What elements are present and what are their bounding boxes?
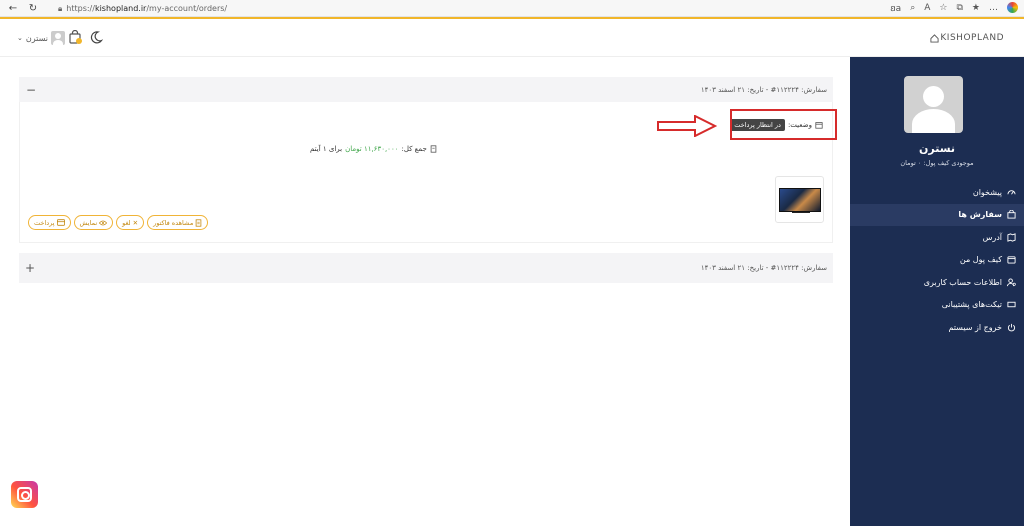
annotation-highlight-box	[730, 109, 837, 140]
font-icon[interactable]: A	[924, 3, 930, 13]
power-icon	[1007, 323, 1016, 332]
dashboard-icon	[1007, 190, 1016, 195]
invoice-label: مشاهده فاکتور	[153, 218, 194, 227]
view-invoice-button[interactable]: مشاهده فاکتور	[147, 215, 209, 230]
bag-icon	[1007, 210, 1016, 219]
invoice-icon	[196, 218, 202, 227]
pay-button[interactable]: پرداخت	[28, 215, 71, 230]
profile-name: نسترن	[918, 142, 956, 155]
profile-icon[interactable]	[1007, 2, 1018, 13]
sidebar-item-label: آدرس	[982, 232, 1002, 242]
instagram-icon[interactable]	[11, 481, 38, 508]
annotation-arrow-icon	[657, 115, 717, 137]
header-username: نسترن	[25, 33, 48, 43]
sidebar-item-label: سفارش ها	[958, 210, 1002, 220]
cancel-label: لغو	[122, 218, 131, 227]
favorites-bar-icon[interactable]: ★	[972, 3, 980, 13]
collections-icon[interactable]: ⧉	[956, 3, 962, 13]
browser-actions: ꞛa ⌕ A ☆ ⧉ ★ …	[890, 1, 1018, 14]
reload-icon[interactable]: ↻	[26, 1, 40, 15]
url-path: /my-account/orders/	[146, 4, 228, 13]
receipt-icon	[430, 145, 437, 153]
view-button[interactable]: نمایش	[73, 215, 114, 230]
site-logo[interactable]: KISHOPLAND	[930, 33, 1004, 43]
sidebar-item-tickets[interactable]: تیکت‌های پشتیبانی	[850, 294, 1024, 317]
more-icon[interactable]: …	[989, 3, 998, 13]
lock-icon: 🔒︎	[58, 3, 63, 13]
wallet-icon	[1007, 256, 1016, 264]
sidebar-item-label: تیکت‌های پشتیبانی	[941, 300, 1002, 310]
sidebar-item-wallet[interactable]: کیف پول من	[850, 249, 1024, 272]
sidebar-item-orders[interactable]: سفارش ها	[850, 203, 1024, 226]
zoom-icon[interactable]: ⌕	[910, 3, 915, 13]
logo-text: KISHOPLAND	[940, 33, 1004, 43]
tv-product-image	[778, 187, 821, 213]
moon-icon[interactable]	[89, 30, 103, 44]
site-header: ⌄ نسترن KISHOPLAND	[0, 19, 1024, 57]
ticket-icon	[1007, 302, 1016, 308]
home-icon	[930, 33, 939, 43]
total-label: جمع کل:	[401, 145, 427, 153]
total-suffix: برای ۱ آیتم	[310, 145, 343, 153]
order-title: سفارش: ۱۱۲۲۲۴# - تاریخ: ۲۱ اسفند ۱۴۰۳	[700, 85, 827, 94]
map-icon	[1007, 233, 1016, 242]
order-total: جمع کل: ۱۱,۶۳۰,۰۰۰ تومان برای ۱ آیتم	[310, 145, 437, 153]
eye-icon	[99, 220, 108, 225]
order-title: سفارش: ۱۱۲۲۲۴# - تاریخ: ۲۱ اسفند ۱۴۰۳	[700, 264, 827, 272]
product-thumbnail[interactable]	[775, 176, 824, 223]
orders-list: − سفارش: ۱۱۲۲۲۴# - تاریخ: ۲۱ اسفند ۱۴۰۳ …	[19, 77, 833, 243]
order-accordion-header[interactable]: + سفارش: ۱۱۲۲۲۴# - تاریخ: ۲۱ اسفند ۱۴۰۳	[19, 253, 833, 283]
address-bar[interactable]: 🔒︎ https://kishopland.ir/my-account/orde…	[58, 2, 858, 15]
expand-toggle[interactable]: +	[25, 261, 35, 275]
url-host: kishopland.ir	[94, 4, 147, 13]
sidebar-item-dashboard[interactable]: پیشخوان	[850, 181, 1024, 204]
favorite-icon[interactable]: ☆	[939, 3, 947, 13]
total-value: ۱۱,۶۳۰,۰۰۰ تومان	[345, 145, 399, 153]
sidebar-item-label: خروج از سیستم	[948, 322, 1002, 332]
order-actions: پرداخت نمایش ✕ لغو مشاهده فاکتور	[28, 215, 209, 230]
order-accordion-header[interactable]: − سفارش: ۱۱۲۲۲۴# - تاریخ: ۲۱ اسفند ۱۴۰۳	[19, 77, 833, 102]
cancel-button[interactable]: ✕ لغو	[116, 215, 145, 230]
cart-icon[interactable]	[68, 30, 82, 44]
user-settings-icon	[1007, 278, 1016, 286]
collapse-toggle[interactable]: −	[25, 83, 37, 97]
browser-toolbar: ← ↻ 🔒︎ https://kishopland.ir/my-account/…	[0, 0, 1024, 17]
chevron-down-icon: ⌄	[17, 34, 23, 42]
card-icon	[56, 219, 65, 226]
read-aloud-icon[interactable]: ꞛa	[890, 1, 901, 14]
sidebar-item-label: کیف پول من	[959, 255, 1002, 265]
profile-avatar	[904, 76, 963, 133]
sidebar-item-logout[interactable]: خروج از سیستم	[850, 316, 1024, 339]
account-sidebar: نسترن موجودی کیف پول: ۰ تومان پیشخوان سف…	[850, 57, 1024, 526]
wallet-balance: موجودی کیف پول: ۰ تومان	[900, 159, 974, 167]
view-label: نمایش	[79, 218, 98, 227]
sidebar-item-address[interactable]: آدرس	[850, 226, 1024, 249]
user-menu[interactable]: ⌄ نسترن	[17, 31, 65, 45]
avatar	[50, 31, 65, 45]
pay-label: پرداخت	[34, 218, 55, 227]
account-menu: پیشخوان سفارش ها آدرس کیف پول من اطلاعات…	[850, 181, 1024, 339]
url-prefix: https://	[66, 4, 95, 13]
close-icon: ✕	[132, 218, 139, 227]
sidebar-item-account-details[interactable]: اطلاعات حساب کاربری	[850, 271, 1024, 294]
back-icon[interactable]: ←	[6, 1, 20, 15]
sidebar-item-label: پیشخوان	[972, 187, 1002, 197]
sidebar-item-label: اطلاعات حساب کاربری	[923, 277, 1002, 287]
